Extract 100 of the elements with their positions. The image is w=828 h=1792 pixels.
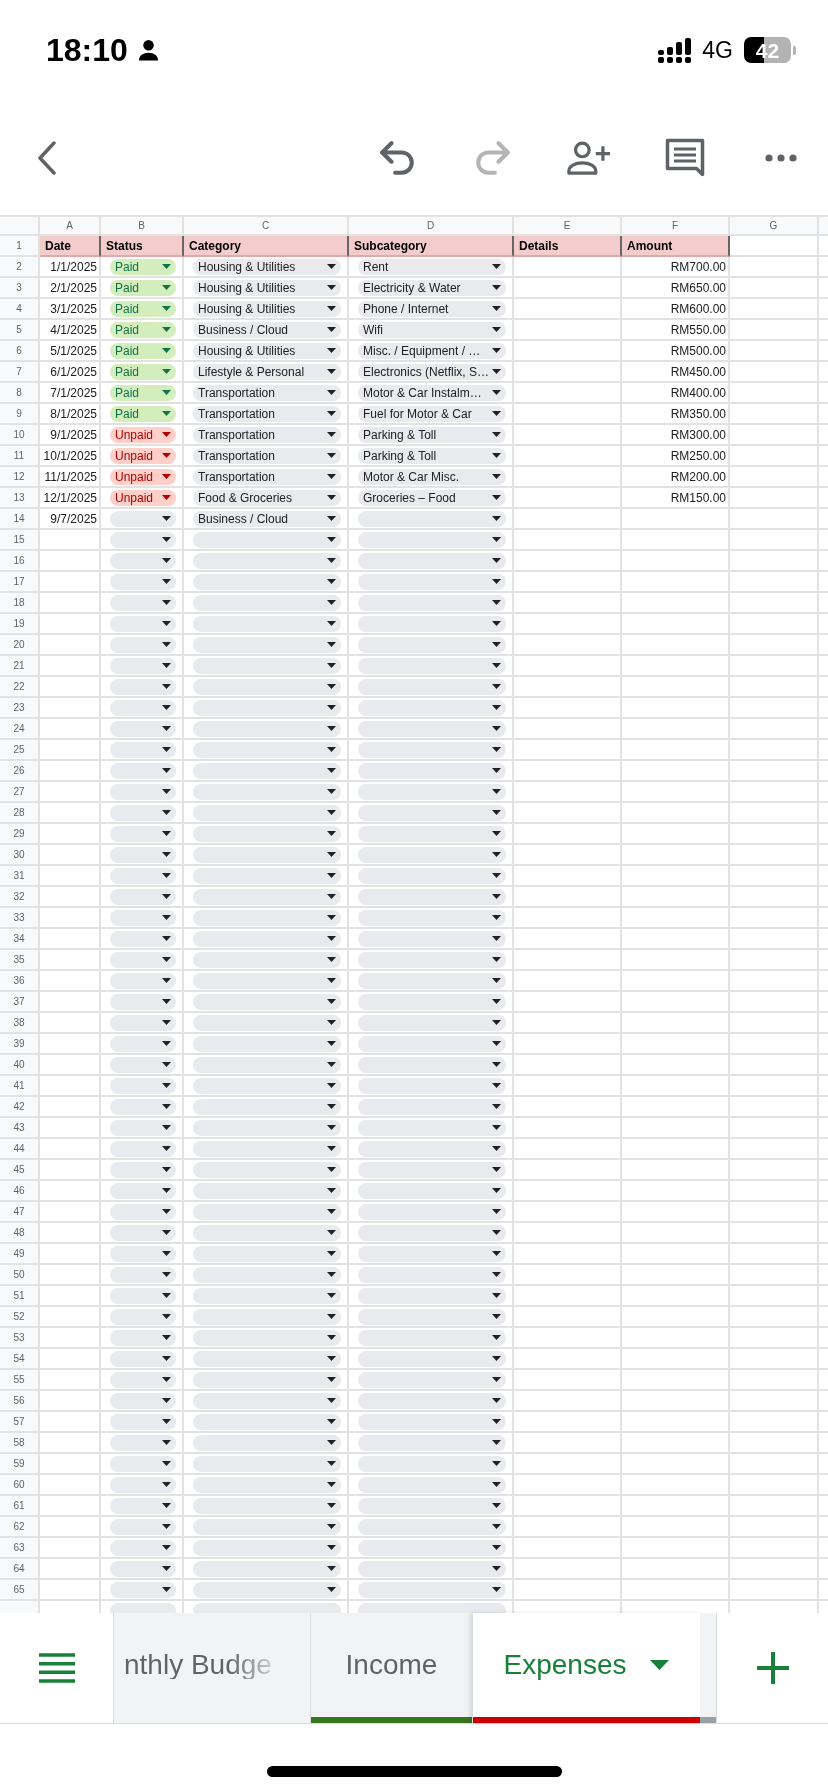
- category-dropdown[interactable]: [193, 573, 341, 590]
- subcategory-dropdown[interactable]: Electricity & Water: [358, 279, 506, 296]
- category-dropdown[interactable]: [193, 615, 341, 632]
- subcategory-dropdown[interactable]: [358, 1455, 506, 1472]
- status-dropdown[interactable]: [110, 678, 176, 695]
- status-dropdown[interactable]: Unpaid: [110, 447, 176, 464]
- column-letter[interactable]: G: [730, 217, 819, 236]
- status-dropdown[interactable]: [110, 657, 176, 674]
- status-dropdown[interactable]: [110, 804, 176, 821]
- subcategory-dropdown[interactable]: [358, 1539, 506, 1556]
- status-dropdown[interactable]: [110, 1182, 176, 1199]
- category-dropdown[interactable]: [193, 594, 341, 611]
- status-dropdown[interactable]: [110, 1308, 176, 1325]
- category-dropdown[interactable]: Business / Cloud: [193, 510, 341, 527]
- subcategory-dropdown[interactable]: Electronics (Netflix, S…: [358, 363, 506, 380]
- subcategory-dropdown[interactable]: [358, 1413, 506, 1430]
- category-dropdown[interactable]: Business / Cloud: [193, 321, 341, 338]
- status-dropdown[interactable]: [110, 720, 176, 737]
- subcategory-dropdown[interactable]: Parking & Toll: [358, 447, 506, 464]
- status-dropdown[interactable]: [110, 762, 176, 779]
- subcategory-dropdown[interactable]: [358, 1308, 506, 1325]
- subcategory-dropdown[interactable]: [358, 804, 506, 821]
- category-dropdown[interactable]: [193, 531, 341, 548]
- subcategory-dropdown[interactable]: [358, 594, 506, 611]
- subcategory-dropdown[interactable]: [358, 1035, 506, 1052]
- subcategory-dropdown[interactable]: [358, 1014, 506, 1031]
- category-dropdown[interactable]: [193, 1371, 341, 1388]
- subcategory-dropdown[interactable]: [358, 1476, 506, 1493]
- category-dropdown[interactable]: Transportation: [193, 405, 341, 422]
- subcategory-dropdown[interactable]: [358, 1287, 506, 1304]
- category-dropdown[interactable]: [193, 657, 341, 674]
- category-dropdown[interactable]: [193, 1434, 341, 1451]
- subcategory-dropdown[interactable]: [358, 699, 506, 716]
- status-dropdown[interactable]: [110, 1434, 176, 1451]
- status-dropdown[interactable]: [110, 846, 176, 863]
- subcategory-dropdown[interactable]: [358, 1098, 506, 1115]
- subcategory-dropdown[interactable]: [358, 678, 506, 695]
- status-dropdown[interactable]: [110, 783, 176, 800]
- sheet-tab[interactable]: Income: [310, 1613, 472, 1723]
- status-dropdown[interactable]: [110, 699, 176, 716]
- category-dropdown[interactable]: [193, 741, 341, 758]
- category-dropdown[interactable]: [193, 1455, 341, 1472]
- subcategory-dropdown[interactable]: Motor & Car Instalm…: [358, 384, 506, 401]
- subcategory-dropdown[interactable]: [358, 867, 506, 884]
- subcategory-dropdown[interactable]: [358, 1182, 506, 1199]
- status-dropdown[interactable]: [110, 573, 176, 590]
- sheet-tab[interactable]: Expenses: [472, 1613, 700, 1723]
- category-dropdown[interactable]: [193, 636, 341, 653]
- category-dropdown[interactable]: Transportation: [193, 447, 341, 464]
- status-dropdown[interactable]: Paid: [110, 321, 176, 338]
- category-dropdown[interactable]: [193, 825, 341, 842]
- category-dropdown[interactable]: [193, 1476, 341, 1493]
- status-dropdown[interactable]: [110, 1098, 176, 1115]
- category-dropdown[interactable]: Transportation: [193, 468, 341, 485]
- category-dropdown[interactable]: [193, 1119, 341, 1136]
- subcategory-dropdown[interactable]: Phone / Internet: [358, 300, 506, 317]
- subcategory-dropdown[interactable]: [358, 1245, 506, 1262]
- subcategory-dropdown[interactable]: [358, 1392, 506, 1409]
- category-dropdown[interactable]: [193, 1014, 341, 1031]
- status-dropdown[interactable]: [110, 1203, 176, 1220]
- category-dropdown[interactable]: [193, 1287, 341, 1304]
- subcategory-dropdown[interactable]: [358, 1329, 506, 1346]
- status-dropdown[interactable]: [110, 825, 176, 842]
- status-dropdown[interactable]: Paid: [110, 342, 176, 359]
- category-dropdown[interactable]: [193, 1413, 341, 1430]
- subcategory-dropdown[interactable]: [358, 1581, 506, 1598]
- subcategory-dropdown[interactable]: [358, 888, 506, 905]
- status-dropdown[interactable]: [110, 1518, 176, 1535]
- category-dropdown[interactable]: [193, 678, 341, 695]
- category-dropdown[interactable]: [193, 1140, 341, 1157]
- subcategory-dropdown[interactable]: [358, 531, 506, 548]
- category-dropdown[interactable]: [193, 783, 341, 800]
- category-dropdown[interactable]: Housing & Utilities: [193, 279, 341, 296]
- category-dropdown[interactable]: [193, 909, 341, 926]
- subcategory-dropdown[interactable]: [358, 1224, 506, 1241]
- status-dropdown[interactable]: [110, 552, 176, 569]
- status-dropdown[interactable]: [110, 1413, 176, 1430]
- category-dropdown[interactable]: [193, 867, 341, 884]
- category-dropdown[interactable]: [193, 1077, 341, 1094]
- status-dropdown[interactable]: [110, 993, 176, 1010]
- status-dropdown[interactable]: [110, 1245, 176, 1262]
- category-dropdown[interactable]: [193, 1161, 341, 1178]
- status-dropdown[interactable]: [110, 531, 176, 548]
- subcategory-dropdown[interactable]: [358, 1056, 506, 1073]
- category-dropdown[interactable]: [193, 1308, 341, 1325]
- category-dropdown[interactable]: Housing & Utilities: [193, 342, 341, 359]
- subcategory-dropdown[interactable]: [358, 1161, 506, 1178]
- status-dropdown[interactable]: [110, 909, 176, 926]
- status-dropdown[interactable]: [110, 1014, 176, 1031]
- subcategory-dropdown[interactable]: [358, 741, 506, 758]
- subcategory-dropdown[interactable]: [358, 573, 506, 590]
- subcategory-dropdown[interactable]: [358, 1497, 506, 1514]
- category-dropdown[interactable]: [193, 804, 341, 821]
- subcategory-dropdown[interactable]: [358, 1371, 506, 1388]
- status-dropdown[interactable]: [110, 1035, 176, 1052]
- subcategory-dropdown[interactable]: [358, 846, 506, 863]
- subcategory-dropdown[interactable]: [358, 1203, 506, 1220]
- category-dropdown[interactable]: [193, 1518, 341, 1535]
- status-dropdown[interactable]: [110, 867, 176, 884]
- status-dropdown[interactable]: Paid: [110, 279, 176, 296]
